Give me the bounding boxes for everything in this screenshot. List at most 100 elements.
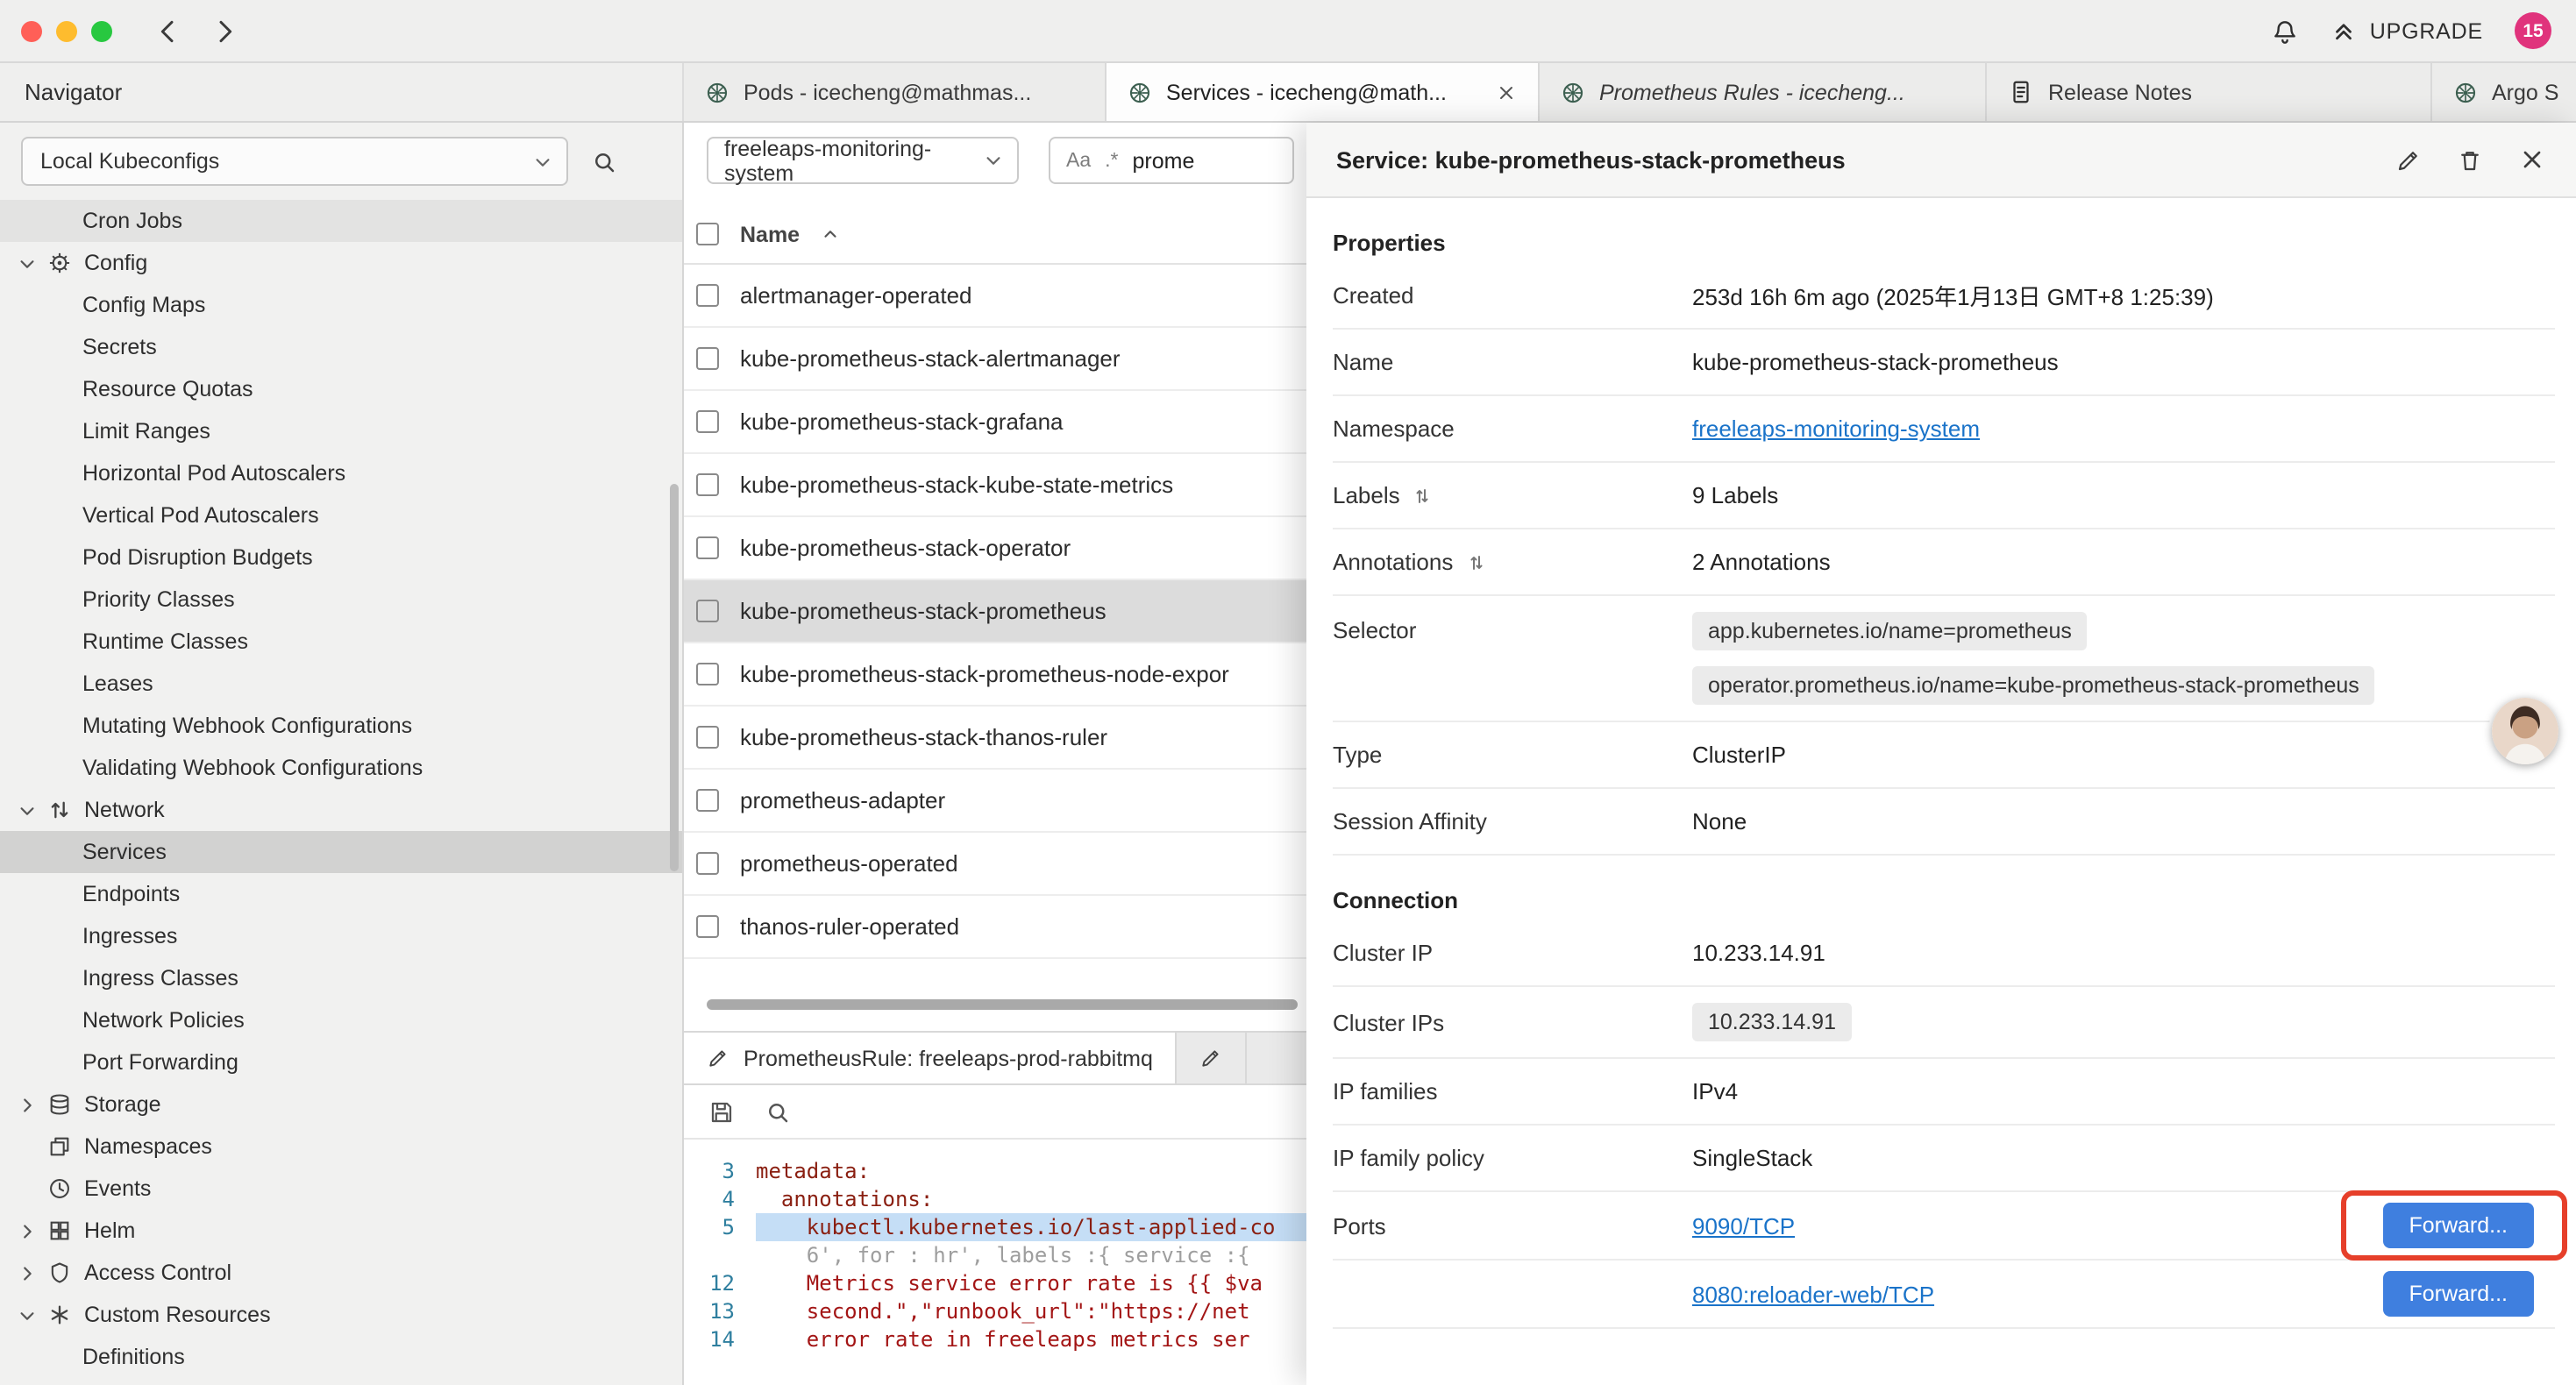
row-checkbox[interactable] [696, 536, 719, 559]
chevron-down-icon[interactable] [18, 253, 47, 273]
sidebar-item-secrets[interactable]: Secrets [0, 326, 682, 368]
forward-button[interactable]: Forward... [2382, 1203, 2534, 1248]
forward-button[interactable] [210, 17, 238, 45]
sidebar-item-priority-classes[interactable]: Priority Classes [0, 579, 682, 621]
row-checkbox[interactable] [696, 410, 719, 433]
sidebar-item-pod-disruption-budgets[interactable]: Pod Disruption Budgets [0, 536, 682, 579]
sidebar-item-horizontal-pod-autoscalers[interactable]: Horizontal Pod Autoscalers [0, 452, 682, 494]
sidebar-item-runtime-classes[interactable]: Runtime Classes [0, 621, 682, 663]
chevron-down-icon[interactable] [18, 1305, 47, 1325]
tab-prometheus-rules[interactable]: Prometheus Rules - icecheng... [1540, 63, 1987, 121]
namespace-filter-select[interactable]: freeleaps-monitoring-system [707, 137, 1019, 184]
sidebar-item-network-policies[interactable]: Network Policies [0, 999, 682, 1041]
port-link[interactable]: 8080:reloader-web/TCP [1692, 1281, 1934, 1307]
dock-tab-partial[interactable] [1178, 1033, 1248, 1083]
sidebar-item-definitions[interactable]: Definitions [0, 1336, 682, 1378]
edit-button[interactable] [2395, 146, 2422, 173]
back-button[interactable] [154, 17, 182, 45]
sidebar-item-storage[interactable]: Storage [0, 1083, 682, 1126]
delete-button[interactable] [2457, 146, 2483, 173]
row-checkbox[interactable] [696, 915, 719, 938]
forward-button[interactable]: Forward... [2382, 1271, 2534, 1317]
row-checkbox[interactable] [696, 284, 719, 307]
regex-toggle[interactable]: .* [1105, 150, 1118, 171]
line-number: 3 [684, 1157, 756, 1185]
row-checkbox[interactable] [696, 600, 719, 622]
tab-release-notes[interactable]: Release Notes [1987, 63, 2432, 121]
case-sensitive-toggle[interactable]: Aa [1066, 150, 1091, 171]
chevron-right-icon[interactable] [18, 1221, 47, 1240]
editor-search-button[interactable] [765, 1098, 791, 1125]
sidebar-item-endpoints[interactable]: Endpoints [0, 873, 682, 915]
sidebar-item-leases[interactable]: Leases [0, 663, 682, 705]
tab-label: Release Notes [2048, 80, 2409, 104]
row-checkbox[interactable] [696, 663, 719, 685]
sort-icon[interactable] [1465, 551, 1486, 572]
horizontal-scrollbar[interactable] [707, 999, 1298, 1010]
upgrade-button[interactable]: UPGRADE [2331, 18, 2483, 44]
maximize-window-button[interactable] [91, 20, 112, 41]
dock-tab-prometheusrule[interactable]: PrometheusRule: freeleaps-prod-rabbitmq [684, 1033, 1178, 1083]
sidebar-item-label: Port Forwarding [82, 1050, 238, 1075]
avatar[interactable] [2492, 698, 2558, 764]
chevron-down-icon[interactable] [18, 800, 47, 820]
notification-badge[interactable]: 15 [2515, 12, 2551, 49]
sidebar-vertical-scrollbar[interactable] [670, 484, 679, 871]
select-all-checkbox[interactable] [696, 223, 719, 245]
line-number: 5 [684, 1213, 756, 1241]
sidebar-item-resource-quotas[interactable]: Resource Quotas [0, 368, 682, 410]
sidebar-item-network[interactable]: Network [0, 789, 682, 831]
kubeconfig-select[interactable]: Local Kubeconfigs [21, 137, 568, 186]
port-link[interactable]: 9090/TCP [1692, 1212, 1795, 1239]
service-name: kube-prometheus-stack-alertmanager [740, 345, 1121, 372]
sidebar-item-label: Storage [84, 1092, 161, 1117]
sidebar-item-access-control[interactable]: Access Control [0, 1252, 682, 1294]
chevron-right-icon[interactable] [18, 1095, 47, 1114]
close-drawer-button[interactable] [2518, 146, 2546, 174]
name-column-header[interactable]: Name [740, 222, 800, 246]
row-checkbox[interactable] [696, 726, 719, 749]
sidebar-item-ingress-classes[interactable]: Ingress Classes [0, 957, 682, 999]
sidebar-item-label: Mutating Webhook Configurations [82, 714, 412, 738]
value-chip: 10.233.14.91 [1692, 1003, 1852, 1041]
minimize-window-button[interactable] [56, 20, 77, 41]
tab-services[interactable]: Services - icecheng@math... [1107, 63, 1540, 121]
sort-icon[interactable] [1413, 485, 1434, 506]
row-checkbox[interactable] [696, 347, 719, 370]
save-button[interactable] [708, 1098, 735, 1125]
upgrade-label: UPGRADE [2370, 18, 2483, 43]
sidebar-item-config[interactable]: Config [0, 242, 682, 284]
namespace-link[interactable]: freeleaps-monitoring-system [1692, 416, 2555, 442]
sidebar-item-helm[interactable]: Helm [0, 1210, 682, 1252]
sidebar-item-vertical-pod-autoscalers[interactable]: Vertical Pod Autoscalers [0, 494, 682, 536]
sidebar-item-custom-resources[interactable]: Custom Resources [0, 1294, 682, 1336]
notifications-bell-icon[interactable] [2272, 17, 2300, 45]
detail-label: Ports [1333, 1212, 1386, 1239]
sidebar-item-validating-webhook-configurations[interactable]: Validating Webhook Configurations [0, 747, 682, 789]
sidebar-item-namespaces[interactable]: Namespaces [0, 1126, 682, 1168]
sidebar-item-label: Vertical Pod Autoscalers [82, 503, 319, 528]
sidebar-item-events[interactable]: Events [0, 1168, 682, 1210]
detail-value: 253d 16h 6m ago (2025年1月13日 GMT+8 1:25:3… [1692, 279, 2555, 312]
search-input[interactable]: Aa .* prome [1049, 137, 1294, 184]
row-checkbox[interactable] [696, 789, 719, 812]
tab-pods[interactable]: Pods - icecheng@mathmas... [684, 63, 1107, 121]
sidebar-search-button[interactable] [591, 148, 617, 174]
sidebar-item-cron-jobs[interactable]: Cron Jobs [0, 200, 682, 242]
sidebar-item-services[interactable]: Services [0, 831, 682, 873]
chevron-right-icon[interactable] [18, 1263, 47, 1282]
sidebar-item-label: Helm [84, 1218, 135, 1243]
row-checkbox[interactable] [696, 852, 719, 875]
close-window-button[interactable] [21, 20, 42, 41]
detail-row-created: Created253d 16h 6m ago (2025年1月13日 GMT+8… [1333, 263, 2555, 330]
sidebar-item-port-forwarding[interactable]: Port Forwarding [0, 1041, 682, 1083]
tab-argo[interactable]: Argo S [2432, 63, 2576, 121]
sidebar-item-config-maps[interactable]: Config Maps [0, 284, 682, 326]
close-tab-icon[interactable] [1496, 82, 1517, 103]
sidebar-item-ingresses[interactable]: Ingresses [0, 915, 682, 957]
detail-row-ports: 8080:reloader-web/TCP Forward... [1333, 1261, 2555, 1329]
sort-ascending-icon[interactable] [821, 224, 840, 244]
sidebar-item-mutating-webhook-configurations[interactable]: Mutating Webhook Configurations [0, 705, 682, 747]
sidebar-item-limit-ranges[interactable]: Limit Ranges [0, 410, 682, 452]
row-checkbox[interactable] [696, 473, 719, 496]
